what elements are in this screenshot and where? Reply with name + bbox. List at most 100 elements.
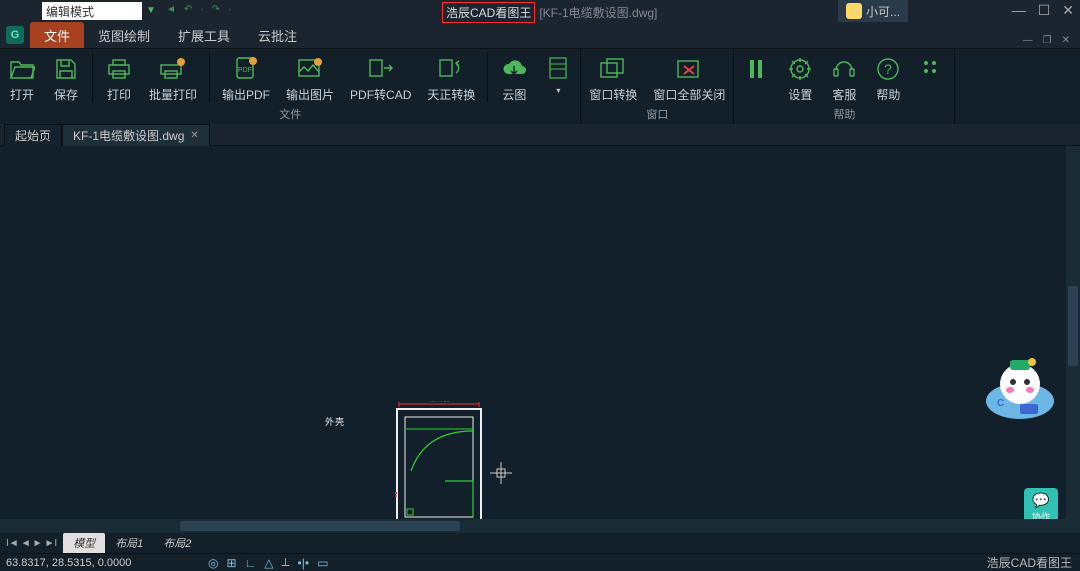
nav-first-icon[interactable]: I◄ (6, 538, 19, 549)
layout1-label: 布局1 (115, 538, 143, 550)
winswitch-button[interactable]: 窗口转换 (581, 49, 645, 105)
drawing-canvas[interactable]: 外壳 49.4710 Y X C 💬 协作 (0, 146, 1080, 519)
print-button[interactable]: 打印 (97, 49, 141, 105)
layout-model[interactable]: 模型 (63, 533, 105, 553)
quick-access-toolbar: ◄ ↶ · ↷ · (166, 4, 231, 15)
horizontal-scrollbar[interactable] (0, 519, 1080, 533)
dimension-text: 49.4710 (428, 401, 450, 404)
open-label: 打开 (10, 86, 34, 103)
user-badge[interactable]: ☺ 小可... (838, 0, 908, 22)
exportpdf-button[interactable]: PDF输出PDF (214, 49, 278, 105)
clouddraw-button[interactable]: 云图 (492, 49, 536, 105)
menu-cloud[interactable]: 云批注 (244, 22, 311, 49)
wincloseall-label: 窗口全部关闭 (653, 86, 725, 103)
mdi-restore-icon[interactable]: ❐ (1043, 35, 1052, 46)
maximize-button[interactable]: ☐ (1038, 2, 1051, 19)
mode-selector[interactable]: 编辑模式 (42, 2, 142, 20)
group-help-title: 帮助 (734, 105, 954, 125)
collab-label: 协作 (1032, 510, 1050, 520)
layout-nav: I◄ ◄ ► ►I (0, 538, 63, 549)
vertical-scrollbar[interactable] (1066, 146, 1080, 519)
pdf2cad-label: PDF转CAD (350, 86, 411, 103)
status-ortho-icon[interactable]: △ (264, 556, 273, 570)
save-icon (52, 55, 80, 83)
qat-undo-icon[interactable]: ↶ (184, 4, 192, 15)
app-name-highlighted: 浩辰CAD看图王 (442, 2, 535, 23)
tab-close-icon[interactable]: ✕ (190, 130, 198, 141)
save-button[interactable]: 保存 (44, 49, 88, 105)
nav-prev-icon[interactable]: ◄ (21, 538, 31, 549)
image-icon (296, 55, 324, 83)
ribbon-group-file: 打开 保存 打印 批量打印 PDF输出PDF 输出图片 PDF转CAD 天正转换… (0, 49, 581, 124)
status-width-icon[interactable]: ▭ (317, 556, 328, 570)
menu-ext[interactable]: 扩展工具 (164, 22, 244, 49)
exportimg-button[interactable]: 输出图片 (278, 49, 342, 105)
mode-label: 编辑模式 (46, 3, 94, 20)
more-button[interactable] (910, 49, 954, 105)
tab-document[interactable]: KF-1电缆敷设图.dwg✕ (62, 124, 210, 146)
status-bar: 63.8317, 28.5315, 0.0000 ◎ ⊞ ∟ △ ⟂ •|• ▭… (0, 553, 1080, 571)
batchprint-button[interactable]: 批量打印 (141, 49, 205, 105)
status-polar-icon[interactable]: ⟂ (282, 555, 290, 570)
panel-arrow: ▾ (556, 86, 560, 95)
help-button[interactable]: ?帮助 (866, 49, 910, 105)
nav-next-icon[interactable]: ► (33, 538, 43, 549)
file-panel-button[interactable]: ▾ (536, 49, 580, 105)
tab-start-label: 起始页 (15, 127, 51, 144)
menu-bar: G 文件 览图绘制 扩展工具 云批注 — ❐ ✕ (0, 22, 1080, 48)
close-button[interactable]: ✕ (1062, 2, 1074, 19)
tianzheng-button[interactable]: 天正转换 (419, 49, 483, 105)
gear-icon (786, 55, 814, 83)
separator (487, 52, 488, 102)
cursor-crosshair-icon (490, 462, 512, 484)
brand-label: 浩辰CAD看图王 (987, 554, 1072, 571)
app-logo[interactable]: G (0, 22, 30, 48)
open-button[interactable]: 打开 (0, 49, 44, 105)
qat-arrow-icon[interactable]: ◄ (166, 4, 176, 15)
pdf-icon: PDF (232, 55, 260, 83)
service-button[interactable]: 客服 (822, 49, 866, 105)
clouddraw-label: 云图 (502, 86, 526, 103)
qat-sep: · (228, 4, 231, 15)
batchprint-icon (159, 55, 187, 83)
layout-1[interactable]: 布局1 (105, 533, 153, 553)
drawing-content: 49.4710 (395, 401, 515, 519)
menu-file[interactable]: 文件 (30, 22, 84, 49)
coordinates: 63.8317, 28.5315, 0.0000 (6, 557, 131, 569)
save-label: 保存 (54, 86, 78, 103)
qat-redo-icon[interactable]: ↷ (212, 4, 220, 15)
layout-2[interactable]: 布局2 (153, 533, 201, 553)
pdf2cad-button[interactable]: PDF转CAD (342, 49, 419, 105)
minimize-button[interactable]: — (1012, 2, 1026, 19)
group-window-title: 窗口 (581, 105, 733, 125)
menu-view-label: 览图绘制 (98, 29, 150, 44)
grid-icon (918, 55, 946, 83)
svg-text:?: ? (885, 61, 893, 77)
mdi-minimize-icon[interactable]: — (1023, 35, 1033, 46)
status-target-icon[interactable]: ◎ (208, 556, 218, 570)
menu-view[interactable]: 览图绘制 (84, 22, 164, 49)
status-grid-icon[interactable]: ⊞ (226, 556, 236, 570)
service-label: 客服 (832, 86, 856, 103)
mdi-close-icon[interactable]: ✕ (1062, 35, 1070, 46)
panel-icon (544, 55, 572, 83)
scrollbar-thumb[interactable] (180, 521, 460, 531)
scrollbar-thumb[interactable] (1068, 286, 1078, 366)
batchprint-label: 批量打印 (149, 86, 197, 103)
tab-start[interactable]: 起始页 (4, 124, 62, 146)
mode-dropdown-icon[interactable]: ▼ (146, 5, 156, 16)
avatar-icon: ☺ (846, 3, 862, 19)
collab-button[interactable]: 💬 协作 (1024, 488, 1058, 519)
status-snap-icon[interactable]: ∟ (245, 556, 257, 570)
settings-button[interactable]: 设置 (778, 49, 822, 105)
menu-ext-label: 扩展工具 (178, 29, 230, 44)
mdi-controls: — ❐ ✕ (1023, 35, 1070, 46)
svg-text:PDF: PDF (238, 67, 252, 74)
pause-button[interactable] (734, 49, 778, 105)
document-name: [KF-1电缆敷设图.dwg] (539, 4, 657, 21)
nav-last-icon[interactable]: ►I (45, 538, 58, 549)
layout-tabbar: I◄ ◄ ► ►I 模型 布局1 布局2 (0, 533, 1080, 553)
mascot-icon[interactable]: C (980, 346, 1060, 426)
status-track-icon[interactable]: •|• (298, 556, 310, 570)
wincloseall-button[interactable]: 窗口全部关闭 (645, 49, 733, 105)
